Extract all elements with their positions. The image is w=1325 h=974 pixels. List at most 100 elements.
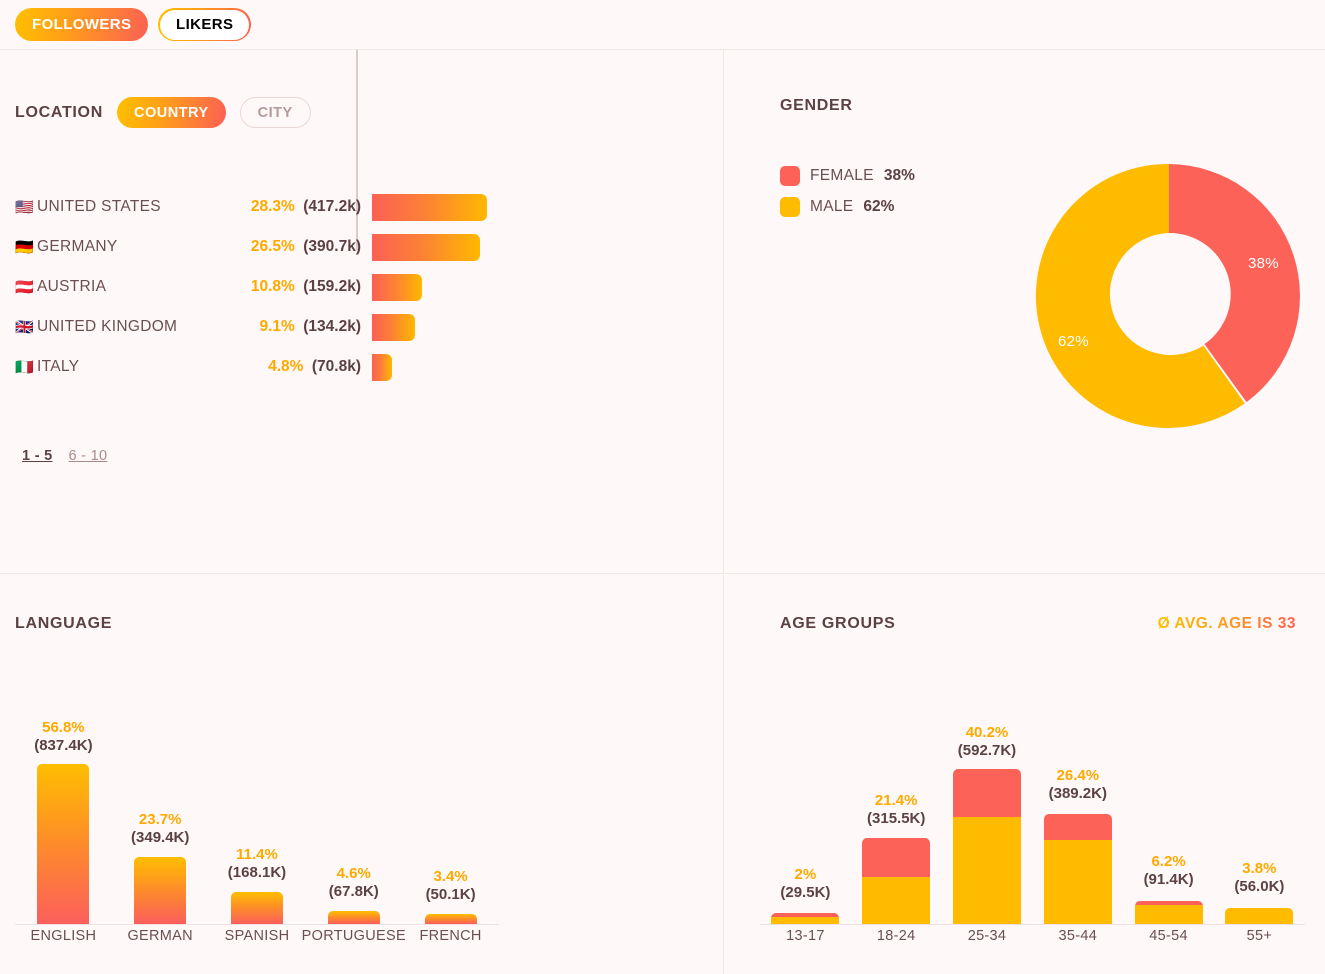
language-bar <box>134 857 187 924</box>
tab-followers[interactable]: FOLLOWERS <box>15 8 149 41</box>
age-count: (56.0K) <box>1234 878 1285 896</box>
age-value-label: 40.2% (592.7K) <box>958 724 1016 762</box>
country-bar-zone <box>371 347 701 387</box>
country-percent: 26.5% <box>250 238 295 255</box>
age-percent: 40.2% <box>965 723 1009 741</box>
language-percent: 3.4% <box>433 867 468 885</box>
language-percent: 56.8% <box>42 718 85 736</box>
language-value-label: 23.7% (349.4K) <box>131 811 189 849</box>
language-percent: 23.7% <box>138 810 182 828</box>
age-x-label: 55+ <box>1246 928 1273 944</box>
age-column[interactable]: 26.4% (389.2K) <box>1032 669 1123 924</box>
language-count: (837.4K) <box>34 737 93 755</box>
age-stacked-bar <box>1225 908 1294 924</box>
language-panel: LANGUAGE 56.8% (837.4K) 23.7% (349.4K) 1… <box>0 575 724 974</box>
age-column[interactable]: 3.8% (56.0K) <box>1214 669 1305 924</box>
language-bar <box>37 764 90 924</box>
age-segment-male <box>952 817 1021 924</box>
audience-type-tabbar: FOLLOWERS LIKERS <box>0 0 1325 50</box>
age-column[interactable]: 6.2% (91.4K) <box>1123 669 1214 924</box>
pagination-1-5[interactable]: 1 - 5 <box>22 448 53 464</box>
table-row[interactable]: 🇦🇹 AUSTRIA 10.8% (159.2k) <box>15 267 705 307</box>
language-count: (349.4K) <box>131 829 190 847</box>
age-column[interactable]: 21.4% (315.5K) <box>851 669 942 924</box>
language-column[interactable]: 11.4% (168.1K) <box>209 669 306 924</box>
age-value-label: 21.4% (315.5K) <box>867 792 925 830</box>
language-column[interactable]: 23.7% (349.4K) <box>112 669 209 924</box>
age-percent: 2% <box>794 865 817 883</box>
location-toggle-country[interactable]: COUNTRY <box>116 97 226 128</box>
location-country-list: 🇺🇸 UNITED STATES 28.3% (417.2k) 🇩🇪 GERMA… <box>15 187 705 387</box>
language-x-label: SPANISH <box>224 928 290 944</box>
country-metrics: 26.5% (390.7k) <box>165 238 361 256</box>
language-value-label: 3.4% (50.1K) <box>426 868 476 906</box>
language-column[interactable]: 3.4% (50.1K) <box>402 669 499 924</box>
age-stacked-bar <box>952 769 1021 924</box>
location-toggle-country-label: COUNTRY <box>133 104 209 121</box>
country-bar-zone <box>371 227 701 267</box>
table-row[interactable]: 🇬🇧 UNITED KINGDOM 9.1% (134.2k) <box>15 307 705 347</box>
language-column[interactable]: 56.8% (837.4K) <box>15 669 112 924</box>
analytics-dashboard: FOLLOWERS LIKERS LOCATION COUNTRY CITY 🇺… <box>0 0 1325 974</box>
country-bar <box>372 314 415 341</box>
age-count: (389.2K) <box>1048 785 1107 803</box>
table-row[interactable]: 🇩🇪 GERMANY 26.5% (390.7k) <box>15 227 705 267</box>
tab-likers-label: LIKERS <box>176 16 234 33</box>
gender-legend: FEMALE 38% MALE 62% <box>780 160 915 222</box>
country-name: ITALY <box>37 358 80 375</box>
age-percent: 3.8% <box>1242 859 1277 877</box>
country-count: (417.2k) <box>303 198 361 215</box>
location-header: LOCATION COUNTRY CITY <box>15 97 311 128</box>
age-stacked-bar <box>1043 814 1112 924</box>
pagination-6-10[interactable]: 6 - 10 <box>69 448 108 464</box>
female-color-swatch <box>780 165 800 186</box>
age-x-label: 18-24 <box>876 928 916 944</box>
country-bar-zone <box>371 307 701 347</box>
language-value-label: 4.6% (67.8K) <box>329 865 379 903</box>
language-x-axis: ENGLISH GERMAN SPANISH PORTUGUESE FRENCH <box>15 928 499 952</box>
country-count: (70.8k) <box>311 358 361 375</box>
country-bar-zone <box>371 267 701 307</box>
country-percent: 4.8% <box>268 358 304 375</box>
age-segment-female <box>862 838 931 877</box>
age-segment-female <box>1043 814 1112 840</box>
age-value-label: 26.4% (389.2K) <box>1049 767 1107 805</box>
age-segment-male <box>862 877 931 924</box>
age-segment-male <box>1225 908 1294 924</box>
table-row[interactable]: 🇮🇹 ITALY 4.8% (70.8k) <box>15 347 705 387</box>
table-row[interactable]: 🇺🇸 UNITED STATES 28.3% (417.2k) <box>15 187 705 227</box>
legend-value-male: 62% <box>863 197 895 215</box>
age-groups-bar-chart: 2% (29.5K) 21.4% (315.5K) 40.2% (592.7K)… <box>760 670 1305 950</box>
language-x-label: PORTUGUESE <box>301 928 406 944</box>
age-count: (592.7K) <box>957 742 1017 760</box>
age-groups-panel: AGE GROUPS Ø AVG. AGE IS 33 2% (29.5K) 2… <box>725 575 1325 974</box>
language-column[interactable]: 4.6% (67.8K) <box>305 669 402 924</box>
language-header: LANGUAGE <box>15 615 112 633</box>
age-groups-title: AGE GROUPS <box>780 615 896 632</box>
country-name: UNITED STATES <box>37 198 161 215</box>
age-segment-male <box>1134 905 1203 924</box>
legend-item-female: FEMALE 38% <box>780 160 915 191</box>
legend-label-female: FEMALE <box>810 166 874 184</box>
age-value-label: 6.2% (91.4K) <box>1144 853 1194 891</box>
language-count: (168.1K) <box>227 864 287 882</box>
age-count: (29.5K) <box>780 884 831 902</box>
language-bar <box>424 914 477 924</box>
language-title: LANGUAGE <box>15 615 113 632</box>
tab-likers[interactable]: LIKERS <box>158 7 252 42</box>
tab-followers-label: FOLLOWERS <box>32 16 132 33</box>
average-age-badge: Ø AVG. AGE IS 33 <box>1157 615 1296 632</box>
country-metrics: 9.1% (134.2k) <box>165 318 361 336</box>
gender-panel: GENDER FEMALE 38% MALE 62% 38% 62% <box>725 50 1325 574</box>
language-count: (67.8K) <box>328 883 379 901</box>
country-bar <box>372 234 480 261</box>
age-stacked-bar <box>771 913 840 924</box>
language-x-label: ENGLISH <box>30 928 97 944</box>
age-column[interactable]: 2% (29.5K) <box>760 669 851 924</box>
age-column[interactable]: 40.2% (592.7K) <box>942 669 1033 924</box>
age-segment-male <box>771 917 840 924</box>
male-color-swatch <box>780 196 800 217</box>
country-bar <box>372 354 392 381</box>
location-toggle-city[interactable]: CITY <box>239 97 311 128</box>
gender-title: GENDER <box>780 97 853 114</box>
